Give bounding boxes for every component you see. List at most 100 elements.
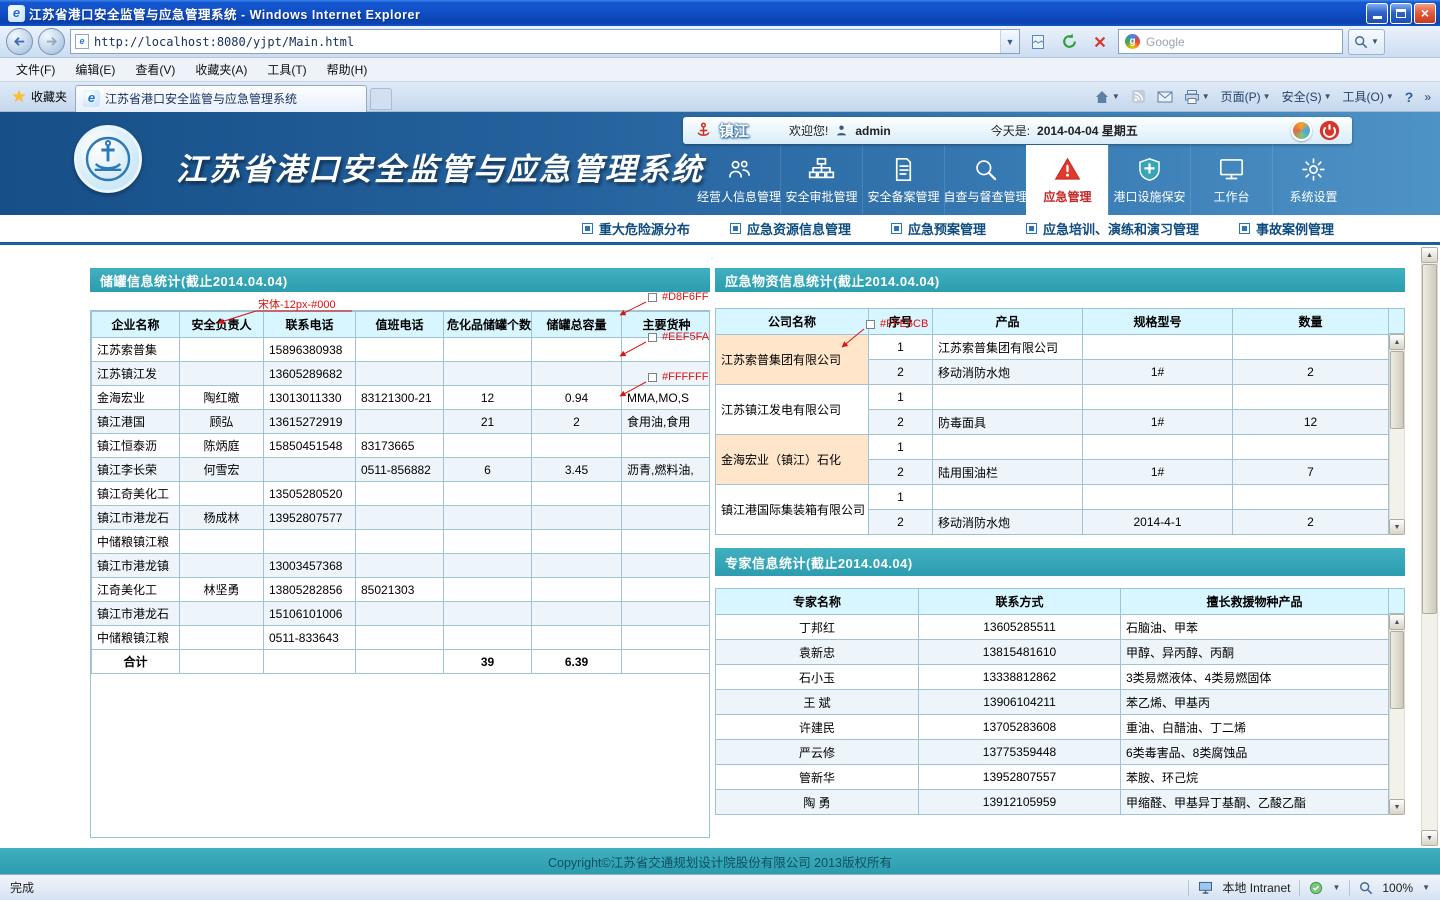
- search-box[interactable]: g Google: [1118, 29, 1343, 54]
- column-header: 擅长救援物种产品: [1121, 589, 1389, 615]
- minimize-button[interactable]: [1366, 3, 1388, 24]
- home-button[interactable]: ▼: [1089, 85, 1125, 109]
- scroll-down-button[interactable]: ▼: [1389, 799, 1405, 815]
- subnav-item-icon: [1026, 223, 1037, 234]
- nav-item-security[interactable]: 港口设施保安: [1108, 145, 1190, 215]
- help-icon: ?: [1405, 89, 1414, 105]
- nav-item-inspection[interactable]: 自查与督查管理: [944, 145, 1026, 215]
- current-date: 2014-04-04 星期五: [1037, 122, 1138, 139]
- materials-row: 金海宏业（镇江）石化1: [716, 435, 1389, 460]
- stop-button[interactable]: [1087, 29, 1113, 55]
- forward-button[interactable]: [38, 28, 65, 55]
- nav-item-workbench[interactable]: 工作台: [1190, 145, 1272, 215]
- materials-scrollbar[interactable]: ▲ ▼: [1389, 308, 1405, 535]
- scrollbar-thumb[interactable]: [1390, 351, 1404, 429]
- scroll-up-button[interactable]: ▲: [1389, 334, 1405, 350]
- table-cell: 甲醇、异丙醇、丙酮: [1121, 640, 1389, 665]
- table-cell: 83173665: [356, 434, 444, 458]
- feeds-button[interactable]: [1126, 85, 1151, 109]
- tools-menu-button[interactable]: 工具(O) ▼: [1338, 85, 1399, 109]
- annotation-checkbox[interactable]: [648, 293, 657, 302]
- stop-icon: [1093, 35, 1107, 49]
- scrollbar-thumb[interactable]: [1390, 631, 1404, 709]
- experts-table-body: 丁邦红13605285511石脑油、甲苯袁新忠13815481610甲醇、异丙醇…: [716, 615, 1389, 815]
- scrollbar-track[interactable]: [1389, 630, 1405, 799]
- annotation-checkbox[interactable]: [866, 320, 875, 329]
- expert-row: 陶 勇13912105959甲缩醛、甲基异丁基酮、乙酸乙酯: [716, 790, 1389, 815]
- back-button[interactable]: [6, 28, 33, 55]
- table-cell: 7: [1233, 460, 1389, 485]
- safety-menu-button[interactable]: 安全(S) ▼: [1277, 85, 1337, 109]
- copyright-text: Copyright©江苏省交通规划设计院股份有限公司 2013版权所有: [548, 852, 892, 871]
- search-button[interactable]: ▼: [1348, 29, 1385, 55]
- toolbar-overflow-button[interactable]: »: [1419, 85, 1436, 109]
- scrollbar-track[interactable]: [1421, 263, 1438, 830]
- annotation-color-header: #D8F6FF: [662, 291, 708, 303]
- scroll-down-button[interactable]: ▼: [1389, 519, 1405, 535]
- materials-table: 公司名称序号产品规格型号数量 江苏索普集团有限公司1江苏索普集团有限公司 2移动…: [715, 308, 1389, 535]
- home-icon: [1094, 89, 1110, 105]
- nav-item-operator[interactable]: 经营人信息管理: [698, 145, 780, 215]
- nav-item-label: 应急管理: [1043, 188, 1091, 205]
- experts-scrollbar[interactable]: ▲ ▼: [1389, 588, 1405, 815]
- user-strip: 镇江 欢迎您! admin 今天是: 2014-04-04 星期五: [683, 117, 1352, 144]
- nav-item-emergency[interactable]: 应急管理: [1026, 145, 1108, 215]
- subnav-item-label: 应急资源信息管理: [747, 219, 851, 238]
- protected-mode-icon[interactable]: [1309, 881, 1323, 895]
- table-cell: 中储粮镇江粮: [92, 626, 180, 650]
- table-cell: [444, 626, 532, 650]
- url-text: http://localhost:8080/yjpt/Main.html: [94, 35, 995, 49]
- subnav-item-label: 应急预案管理: [908, 219, 986, 238]
- menu-item[interactable]: 编辑(E): [65, 58, 125, 81]
- subnav-item[interactable]: 应急预案管理: [891, 219, 986, 238]
- help-button[interactable]: ?: [1400, 85, 1419, 109]
- table-cell: 苯胺、环己烷: [1121, 765, 1389, 790]
- scrollbar-track[interactable]: [1389, 350, 1405, 519]
- page-scrollbar[interactable]: ▲ ▼: [1421, 247, 1438, 846]
- scroll-up-button[interactable]: ▲: [1389, 614, 1405, 630]
- annotation-checkbox[interactable]: [648, 373, 657, 382]
- new-tab-button[interactable]: [370, 88, 392, 110]
- zoom-level[interactable]: 100%: [1382, 881, 1413, 895]
- table-cell: 3类易燃液体、4类易燃固体: [1121, 665, 1389, 690]
- table-cell: 1#: [1083, 360, 1233, 385]
- table-cell: [532, 602, 622, 626]
- refresh-button[interactable]: [1056, 29, 1082, 55]
- zoom-caret[interactable]: ▼: [1422, 883, 1430, 892]
- page-icon: e: [75, 34, 89, 49]
- favorites-button[interactable]: 收藏夹: [4, 85, 75, 109]
- menu-item[interactable]: 帮助(H): [317, 58, 378, 81]
- sub-nav: 重大危险源分布 应急资源信息管理 应急预案管理 应急培训、演练和演习管理 事故案例管理: [0, 215, 1440, 245]
- tank-row: 镇江恒泰沥陈炳庭1585045154883173665: [92, 434, 711, 458]
- materials-table-head: 公司名称序号产品规格型号数量: [716, 309, 1389, 335]
- menu-item[interactable]: 收藏夹(A): [185, 58, 257, 81]
- subnav-item[interactable]: 事故案例管理: [1239, 219, 1334, 238]
- logout-power-icon[interactable]: [1319, 120, 1340, 141]
- protected-mode-caret[interactable]: ▼: [1332, 883, 1340, 892]
- close-button[interactable]: ×: [1414, 3, 1436, 24]
- address-dropdown-button[interactable]: ▼: [1000, 30, 1019, 53]
- maximize-button[interactable]: [1390, 3, 1412, 24]
- annotation-checkbox[interactable]: [648, 333, 657, 342]
- menu-item[interactable]: 查看(V): [125, 58, 185, 81]
- scroll-up-button[interactable]: ▲: [1421, 247, 1438, 263]
- company-cell: 金海宏业（镇江）石化: [716, 435, 869, 485]
- mail-button[interactable]: [1152, 85, 1178, 109]
- scroll-down-button[interactable]: ▼: [1421, 830, 1438, 846]
- menu-item[interactable]: 工具(T): [257, 58, 316, 81]
- compatibility-icon: [1030, 34, 1046, 50]
- nav-item-settings[interactable]: 系统设置: [1272, 145, 1354, 215]
- compatibility-view-button[interactable]: [1025, 29, 1051, 55]
- subnav-item[interactable]: 重大危险源分布: [582, 219, 690, 238]
- scrollbar-thumb[interactable]: [1422, 264, 1437, 614]
- subnav-item[interactable]: 应急培训、演练和演习管理: [1026, 219, 1199, 238]
- menu-item[interactable]: 文件(F): [6, 58, 65, 81]
- nav-item-approval[interactable]: 安全审批管理: [780, 145, 862, 215]
- subnav-item[interactable]: 应急资源信息管理: [730, 219, 851, 238]
- skin-icon[interactable]: [1291, 120, 1312, 141]
- nav-item-filing[interactable]: 安全备案管理: [862, 145, 944, 215]
- page-menu-button[interactable]: 页面(P) ▼: [1216, 85, 1276, 109]
- address-field[interactable]: e http://localhost:8080/yjpt/Main.html ▼: [70, 29, 1020, 54]
- print-button[interactable]: ▼: [1179, 85, 1215, 109]
- browser-tab[interactable]: e 江苏省港口安全监管与应急管理系统: [75, 85, 367, 112]
